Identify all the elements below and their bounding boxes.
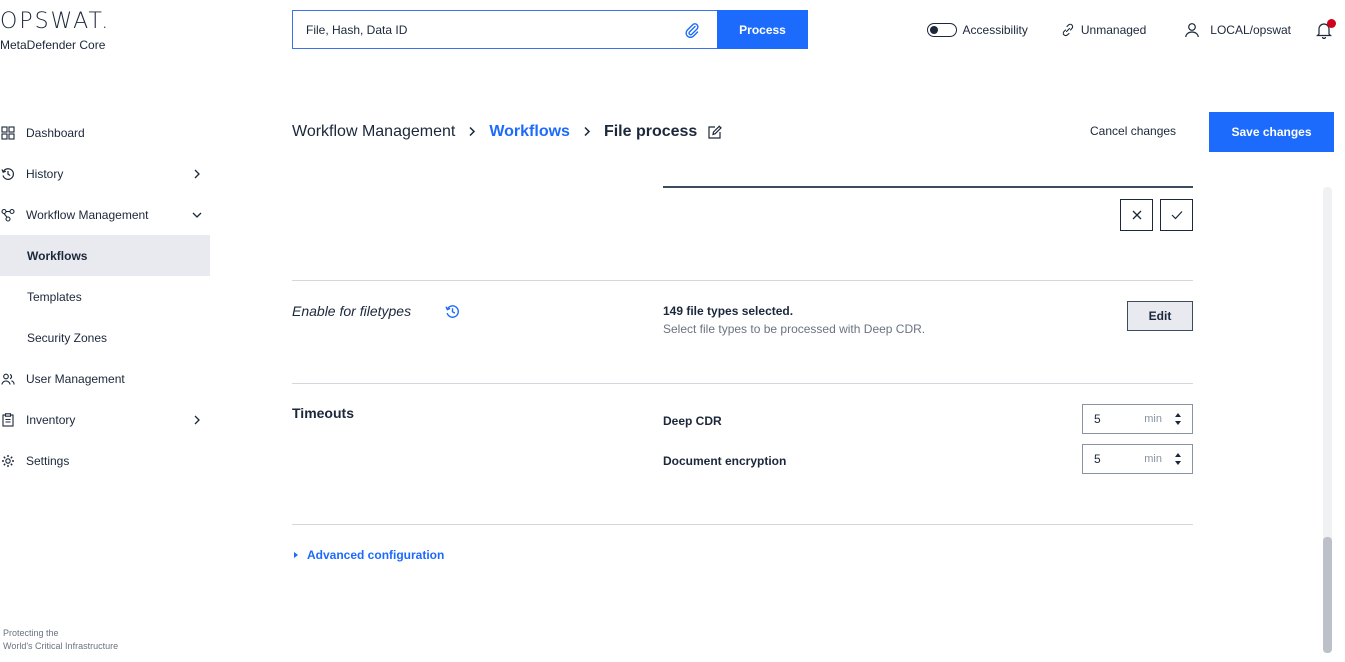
sidebar-item-workflow-management[interactable]: Workflow Management (0, 194, 210, 235)
sidebar-item-user-management[interactable]: User Management (0, 358, 210, 399)
timeouts-title: Timeouts (292, 405, 354, 421)
logo-brand: OPSWAT. (0, 9, 111, 34)
divider (292, 524, 1193, 525)
user-label: LOCAL/opswat (1210, 23, 1291, 37)
page-title: File process (603, 123, 698, 140)
attach-file-icon[interactable] (681, 19, 703, 41)
stepper-value[interactable]: 5 (1094, 452, 1144, 466)
divider (292, 383, 1193, 384)
stepper-value[interactable]: 5 (1094, 412, 1144, 426)
stepper-arrows-icon[interactable] (1170, 407, 1186, 431)
edit-filetypes-button[interactable]: Edit (1127, 301, 1193, 331)
deep-cdr-timeout-label: Deep CDR (663, 414, 722, 428)
sidebar-item-history[interactable]: History (0, 153, 210, 194)
sidebar-item-settings[interactable]: Settings (0, 440, 210, 481)
sidebar-item-inventory[interactable]: Inventory (0, 399, 210, 440)
close-icon (1132, 210, 1142, 220)
chevron-right-icon (191, 168, 203, 180)
scrollbar-thumb[interactable] (1323, 537, 1332, 653)
breadcrumb-root: Workflow Management (292, 123, 456, 140)
sidebar-item-label: Dashboard (26, 125, 85, 140)
sidebar-item-dashboard[interactable]: Dashboard (0, 112, 210, 153)
stepper-unit: min (1144, 453, 1162, 465)
sidebar: Dashboard History Workflow Management Wo… (0, 112, 210, 481)
product-name: MetaDefender Core (0, 38, 106, 52)
chevron-down-icon (191, 209, 203, 221)
process-button[interactable]: Process (717, 10, 808, 49)
search-bar[interactable]: File, Hash, Data ID (292, 10, 717, 49)
sidebar-item-label: User Management (26, 371, 125, 386)
checkmark-icon (1171, 210, 1183, 220)
document-encryption-timeout-label: Document encryption (663, 454, 787, 468)
notifications-bell-icon[interactable] (1315, 19, 1336, 40)
sidebar-item-workflows[interactable]: Workflows (0, 235, 210, 276)
cancel-changes-button[interactable]: Cancel changes (1090, 124, 1176, 138)
sidebar-item-label: Inventory (26, 412, 76, 427)
breadcrumb: Workflow Management Workflows File proce… (292, 121, 723, 143)
document-encryption-timeout-stepper[interactable]: 5 min (1082, 444, 1193, 474)
user-icon (1184, 22, 1200, 38)
clipboard-icon (0, 412, 16, 428)
caret-right-icon (292, 551, 300, 559)
tagline: Protecting the World's Critical Infrastr… (3, 627, 118, 653)
toggle-switch[interactable] (926, 23, 957, 37)
confirm-button[interactable] (1160, 199, 1193, 231)
tagline-line-1: Protecting the (3, 628, 59, 638)
user-menu[interactable]: LOCAL/opswat (1184, 22, 1291, 38)
history-icon (0, 166, 16, 182)
advanced-configuration-toggle[interactable]: Advanced configuration (292, 548, 444, 562)
stepper-unit: min (1144, 413, 1162, 425)
breadcrumb-link-workflows[interactable]: Workflows (489, 123, 570, 141)
chevron-right-icon (468, 124, 476, 140)
sidebar-item-label: Settings (26, 453, 70, 468)
advanced-configuration-label: Advanced configuration (307, 548, 445, 562)
sidebar-item-label: History (26, 166, 64, 181)
notification-dot (1327, 19, 1336, 28)
text-input-underline[interactable] (663, 186, 1193, 188)
chevron-right-icon (191, 414, 203, 426)
users-icon (0, 371, 16, 387)
unlink-icon (1061, 23, 1075, 37)
workflow-icon (0, 207, 16, 223)
sidebar-item-templates[interactable]: Templates (0, 276, 210, 317)
tagline-line-2: World's Critical Infrastructure (3, 641, 119, 651)
chevron-right-icon (583, 124, 591, 140)
deep-cdr-timeout-stepper[interactable]: 5 min (1082, 404, 1193, 434)
accessibility-label: Accessibility (962, 23, 1028, 37)
save-changes-button[interactable]: Save changes (1209, 112, 1334, 152)
search-input[interactable]: File, Hash, Data ID (306, 23, 681, 37)
accessibility-toggle[interactable]: Accessibility (926, 23, 1028, 37)
divider (292, 280, 1193, 281)
filetypes-count: 149 file types selected. (663, 304, 794, 318)
filetypes-description: Select file types to be processed with D… (663, 322, 926, 336)
unmanaged-status[interactable]: Unmanaged (1061, 23, 1146, 37)
gear-icon (0, 453, 16, 469)
reset-history-icon[interactable] (445, 304, 460, 319)
filetypes-title: Enable for filetypes (292, 303, 412, 319)
top-right-bar: Accessibility Unmanaged LOCAL/opswat (926, 19, 1345, 40)
sidebar-item-security-zones[interactable]: Security Zones (0, 317, 210, 358)
dashboard-icon (0, 125, 16, 141)
edit-pencil-icon[interactable] (707, 124, 723, 140)
unmanaged-label: Unmanaged (1080, 23, 1147, 37)
sidebar-item-label: Workflow Management (26, 207, 149, 222)
stepper-arrows-icon[interactable] (1170, 447, 1186, 471)
discard-button[interactable] (1120, 199, 1153, 231)
logo[interactable]: OPSWAT. MetaDefender Core (0, 9, 111, 53)
